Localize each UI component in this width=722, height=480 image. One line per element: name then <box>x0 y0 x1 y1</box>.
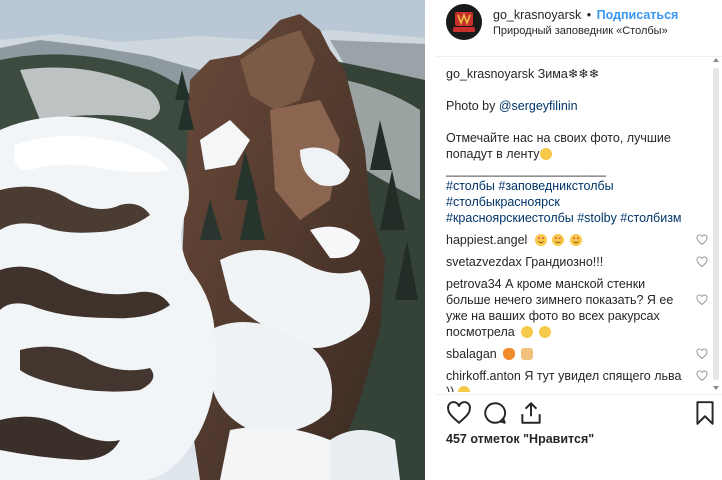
fire-emoji-icon <box>503 348 516 360</box>
header-username[interactable]: go_krasnoyarsk <box>493 8 581 22</box>
comment-item: svetazvezdax Грандиозно!!! <box>446 254 708 270</box>
header-separator: • <box>586 8 592 22</box>
comment-item: chirkoff.anton Я тут увидел спящего льва… <box>446 368 708 392</box>
comment-like-heart-icon[interactable] <box>696 234 708 246</box>
heart-eyes-emoji-icon <box>534 234 547 246</box>
scroll-down-icon[interactable] <box>712 384 720 392</box>
comment-like-heart-icon[interactable] <box>696 256 708 268</box>
scroll-up-icon[interactable] <box>712 56 720 64</box>
hashtags-line2[interactable]: #столбыкрасноярск <box>446 194 708 210</box>
smile-emoji-icon <box>539 148 552 160</box>
comments-list: go_krasnoyarsk Зима❄❄❄ Photo by @sergeyf… <box>446 66 708 392</box>
winter-rock-photo <box>0 0 425 480</box>
smiling-eyes-emoji-icon <box>538 326 551 338</box>
caption-rule: _______________________ <box>446 163 606 177</box>
header-divider <box>436 56 722 57</box>
comment-like-heart-icon[interactable] <box>696 370 708 382</box>
actions-divider <box>436 394 722 395</box>
caption: go_krasnoyarsk Зима❄❄❄ Photo by @sergeyf… <box>446 66 708 226</box>
smile-emoji-icon <box>457 386 470 392</box>
post-photo[interactable] <box>0 0 425 480</box>
caption-title: Зима❄❄❄ <box>537 67 600 81</box>
raised-hands-emoji-icon <box>520 348 533 360</box>
comment-bubble-icon[interactable] <box>482 400 508 426</box>
photographer-mention[interactable]: @sergeyfilinin <box>499 99 578 113</box>
comment-item: petrova34 А кроме манской стенки больше … <box>446 276 708 340</box>
wink-emoji-icon <box>521 326 534 338</box>
comment-text: Грандиозно!!! <box>525 255 604 269</box>
comment-item: happiest.angel <box>446 232 708 248</box>
heart-eyes-emoji-icon <box>552 234 565 246</box>
avatar[interactable] <box>446 4 482 40</box>
comments-scrollbar[interactable] <box>712 56 720 392</box>
comment-like-heart-icon[interactable] <box>696 348 708 360</box>
share-icon[interactable] <box>518 400 544 426</box>
caption-username[interactable]: go_krasnoyarsk <box>446 67 534 81</box>
bookmark-icon[interactable] <box>692 400 718 426</box>
caption-line2: попадут в ленту <box>446 147 540 161</box>
comment-username[interactable]: chirkoff.anton <box>446 369 521 383</box>
comment-username[interactable]: happiest.angel <box>446 233 527 247</box>
logo-icon <box>446 4 482 40</box>
caption-line1: Отмечайте нас на своих фото, лучшие <box>446 131 671 145</box>
follow-button[interactable]: Подписаться <box>597 8 679 22</box>
photo-by-prefix: Photo by <box>446 99 499 113</box>
hashtags-line3[interactable]: #красноярскиестолбы #stolby #столбизм <box>446 210 708 226</box>
hashtags-line1[interactable]: #столбы #заповедникстолбы <box>446 178 708 194</box>
location-link[interactable]: Природный заповедник «Столбы» <box>493 25 718 37</box>
likes-count[interactable]: 457 отметок "Нравится" <box>446 432 594 446</box>
comment-like-heart-icon[interactable] <box>696 294 708 306</box>
comment-username[interactable]: sbalagan <box>446 347 497 361</box>
heart-eyes-emoji-icon <box>569 234 582 246</box>
post-header: go_krasnoyarsk • Подписаться Природный з… <box>436 0 722 44</box>
comment-item: sbalagan <box>446 346 708 362</box>
post-details-panel: go_krasnoyarsk • Подписаться Природный з… <box>436 0 722 480</box>
heart-icon[interactable] <box>446 400 472 426</box>
comment-username[interactable]: petrova34 <box>446 277 502 291</box>
post-actions <box>446 400 718 428</box>
comment-username[interactable]: svetazvezdax <box>446 255 522 269</box>
scrollbar-thumb[interactable] <box>713 68 719 380</box>
